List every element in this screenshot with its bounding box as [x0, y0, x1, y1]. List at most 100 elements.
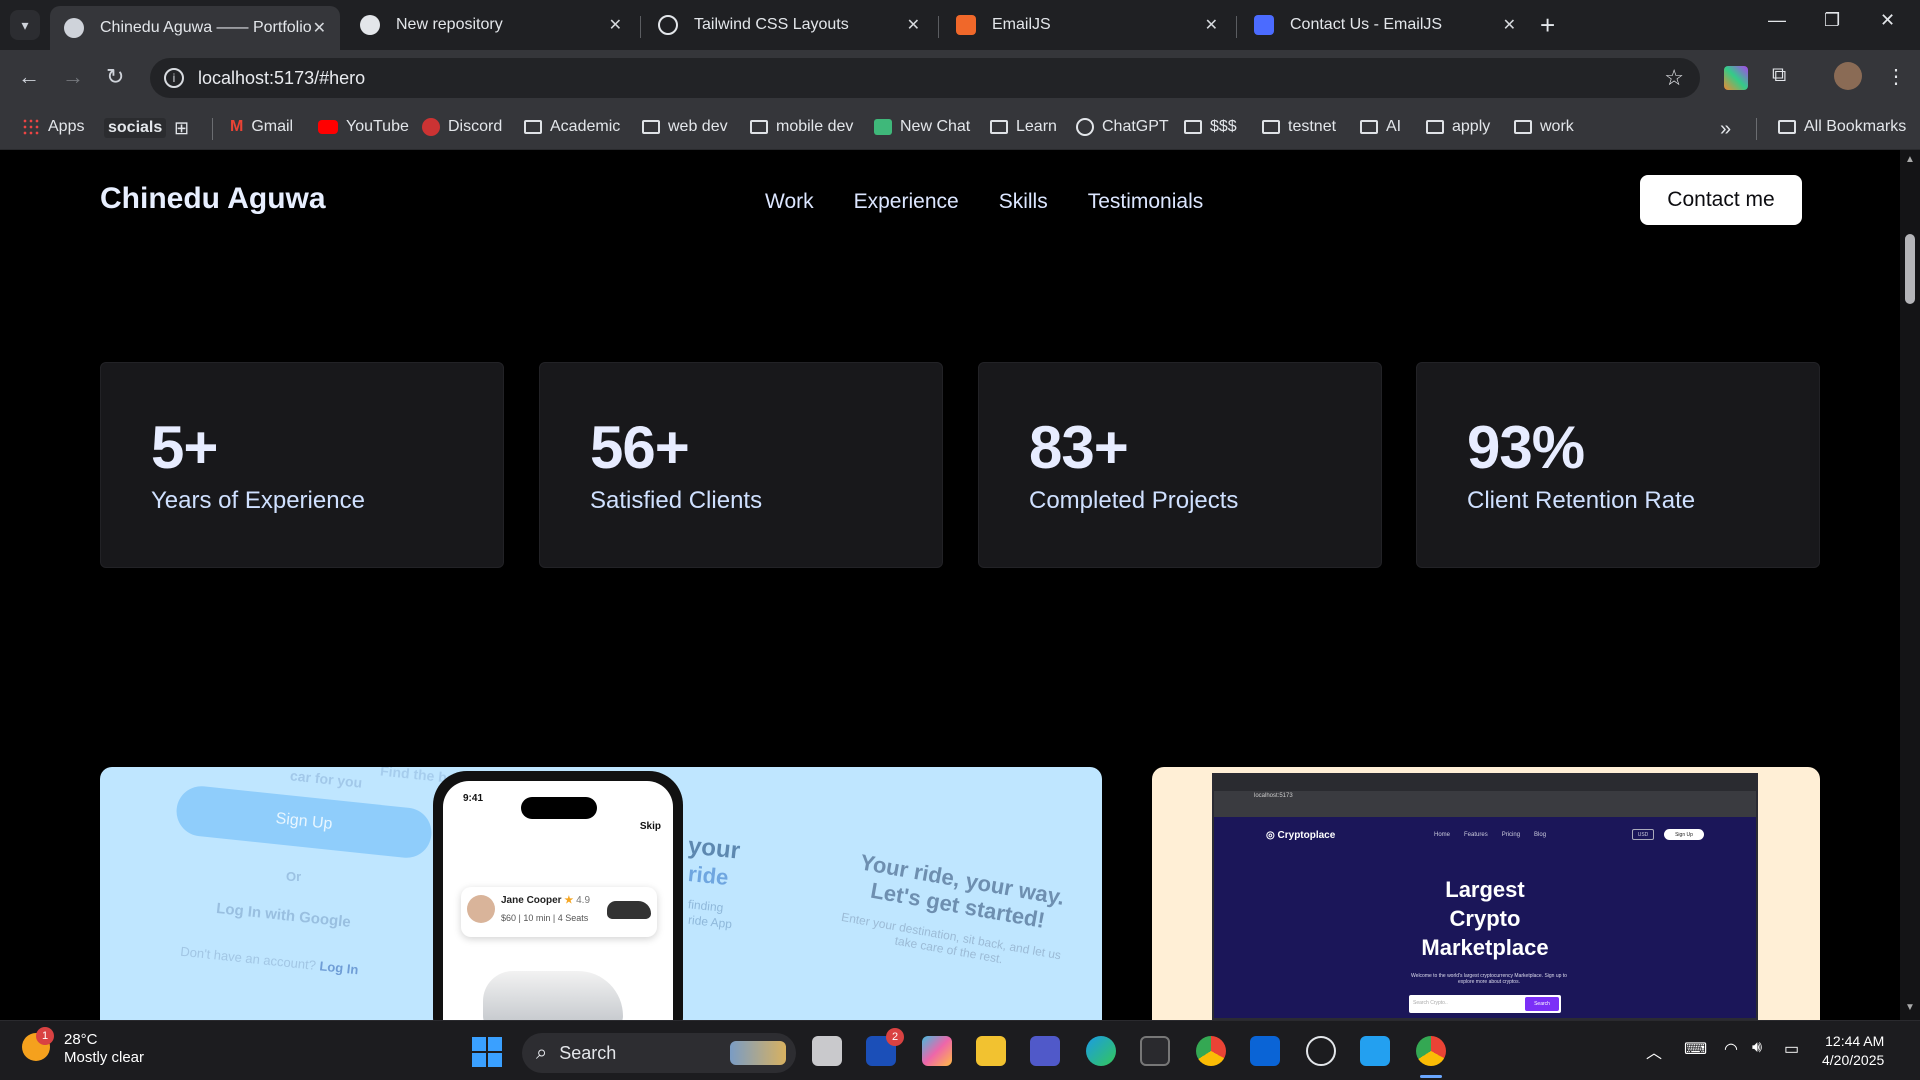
- reload-icon[interactable]: ↻: [106, 64, 124, 90]
- weather-widget[interactable]: 1 28°C Mostly clear: [22, 1027, 144, 1067]
- menu-icon[interactable]: ⋮: [1886, 64, 1906, 89]
- close-icon[interactable]: ✕: [1205, 15, 1218, 35]
- vscode-icon[interactable]: [1360, 1036, 1390, 1066]
- forward-icon[interactable]: →: [62, 64, 84, 90]
- tab-title: Tailwind CSS Layouts: [694, 16, 849, 33]
- tab-search-button[interactable]: ▾: [10, 10, 40, 40]
- bookmark-separator: [1756, 118, 1757, 140]
- bookmark-apps[interactable]: Apps: [22, 118, 84, 136]
- teams-icon[interactable]: [1030, 1036, 1060, 1066]
- keyboard-icon[interactable]: ⌨: [1684, 1039, 1707, 1059]
- tab-contact-emailjs[interactable]: Contact Us - EmailJS ✕: [1240, 6, 1530, 44]
- close-icon[interactable]: ✕: [907, 15, 920, 35]
- more-bookmarks-button[interactable]: »: [1720, 118, 1731, 141]
- search-highlight-icon: [730, 1041, 786, 1065]
- scroll-down-icon[interactable]: ▼: [1905, 1002, 1915, 1013]
- wifi-icon[interactable]: ◠: [1724, 1039, 1738, 1059]
- chevron-up-icon[interactable]: ︿: [1646, 1039, 1662, 1063]
- mini-address-bar: localhost:5173: [1214, 791, 1756, 805]
- minimize-icon[interactable]: —: [1768, 10, 1786, 31]
- bookmark-testnet[interactable]: testnet: [1262, 118, 1336, 136]
- copilot-icon[interactable]: [922, 1036, 952, 1066]
- bookmark-star-icon[interactable]: ☆: [1664, 65, 1684, 91]
- url-text[interactable]: localhost:5173/#hero: [198, 68, 365, 89]
- restore-icon[interactable]: ❐: [1824, 10, 1840, 31]
- phone-mockup: 9:41 Skip Jane Cooper ★ 4.9 $60 | 10 min…: [433, 771, 683, 1020]
- chrome-profile-icon[interactable]: [1416, 1036, 1446, 1066]
- scrollbar-thumb[interactable]: [1905, 234, 1915, 304]
- close-icon[interactable]: ✕: [609, 15, 622, 35]
- ghost-text: ride App: [687, 912, 733, 932]
- lexicon-app-icon[interactable]: 2: [866, 1028, 904, 1066]
- nav-link-experience[interactable]: Experience: [854, 190, 959, 214]
- bookmark-socials[interactable]: socials: [104, 118, 167, 138]
- ghost-text: Or: [286, 869, 302, 884]
- windows-start-icon[interactable]: [472, 1037, 502, 1067]
- bookmark-new-chat[interactable]: New Chat: [874, 118, 970, 136]
- volume-icon[interactable]: 🔊︎: [1752, 1039, 1762, 1057]
- tab-tailwind-layouts[interactable]: Tailwind CSS Layouts ✕: [644, 6, 934, 44]
- bookmark-youtube[interactable]: YouTube: [318, 118, 409, 136]
- bookmark-label: YouTube: [346, 118, 409, 135]
- bookmark-learn[interactable]: Learn: [990, 118, 1057, 136]
- page-scrollbar[interactable]: ▲ ▼: [1900, 150, 1920, 1020]
- mini-bookmarks: [1214, 805, 1756, 817]
- bookmark-label: AI: [1386, 118, 1402, 135]
- tab-new-repository[interactable]: New repository ✕: [346, 6, 636, 44]
- close-icon[interactable]: ✕: [313, 18, 326, 38]
- ghost-text: ride: [686, 860, 730, 891]
- extension-icon[interactable]: [1724, 66, 1748, 90]
- folder-icon: [1778, 120, 1796, 134]
- nav-link-work[interactable]: Work: [765, 190, 814, 214]
- bookmark-label: socials: [104, 118, 167, 138]
- chatgpt-icon[interactable]: [1306, 1036, 1336, 1066]
- bookmark-label: Learn: [1016, 118, 1057, 135]
- nav-link-skills[interactable]: Skills: [999, 190, 1048, 214]
- tab-emailjs[interactable]: EmailJS ✕: [942, 6, 1232, 44]
- taskbar-search[interactable]: ⌕ Search: [522, 1033, 796, 1073]
- bookmark-mobile-dev[interactable]: mobile dev: [750, 118, 853, 136]
- bookmark-academic[interactable]: Academic: [524, 118, 620, 136]
- bookmark-chatgpt[interactable]: ChatGPT: [1076, 118, 1169, 136]
- battery-icon[interactable]: ▭: [1784, 1039, 1799, 1059]
- system-clock[interactable]: 12:44 AM 4/20/2025: [1822, 1032, 1884, 1070]
- stat-card-retention: 93% Client Retention Rate: [1416, 362, 1820, 568]
- chrome-icon[interactable]: [1196, 1036, 1226, 1066]
- close-window-icon[interactable]: ✕: [1880, 10, 1895, 31]
- file-explorer-icon[interactable]: [976, 1036, 1006, 1066]
- tab-portfolio[interactable]: Chinedu Aguwa —— Portfolio ✕: [50, 6, 340, 50]
- bookmark-discord[interactable]: Discord: [422, 118, 502, 136]
- bookmark-label: Discord: [448, 118, 503, 135]
- back-icon[interactable]: ←: [18, 64, 40, 90]
- close-icon[interactable]: ✕: [1503, 15, 1516, 35]
- tab-title: Contact Us - EmailJS: [1290, 16, 1443, 33]
- tab-title: New repository: [396, 16, 503, 33]
- profile-avatar[interactable]: [1834, 62, 1862, 90]
- bookmark-work[interactable]: work: [1514, 118, 1574, 136]
- task-view-icon[interactable]: [812, 1036, 842, 1066]
- new-tab-button[interactable]: +: [1540, 10, 1555, 41]
- address-bar[interactable]: i localhost:5173/#hero ☆: [150, 58, 1700, 98]
- brand-logo[interactable]: Chinedu Aguwa: [100, 182, 326, 216]
- github-icon: [360, 15, 380, 35]
- bookmark-tab-groups[interactable]: ⊞: [174, 118, 189, 139]
- scroll-up-icon[interactable]: ▲: [1905, 154, 1915, 165]
- outlook-icon[interactable]: [1250, 1036, 1280, 1066]
- project-card-ride-app[interactable]: car for you Find the best Sign Up Or Log…: [100, 767, 1102, 1020]
- stat-value: 56+: [590, 414, 690, 481]
- all-bookmarks-button[interactable]: All Bookmarks: [1778, 118, 1906, 136]
- extensions-puzzle-icon[interactable]: ⧉: [1772, 64, 1786, 87]
- edge-icon[interactable]: [1086, 1036, 1116, 1066]
- bookmark-money[interactable]: $$$: [1184, 118, 1237, 136]
- bookmark-gmail[interactable]: M Gmail: [230, 118, 293, 136]
- nav-link-testimonials[interactable]: Testimonials: [1088, 190, 1204, 214]
- folder-icon: [990, 120, 1008, 134]
- folder-icon: [1426, 120, 1444, 134]
- bookmark-ai[interactable]: AI: [1360, 118, 1401, 136]
- store-icon[interactable]: [1140, 1036, 1170, 1066]
- contact-me-button[interactable]: Contact me: [1640, 175, 1802, 225]
- bookmark-web-dev[interactable]: web dev: [642, 118, 728, 136]
- bookmark-apply[interactable]: apply: [1426, 118, 1490, 136]
- project-card-crypto[interactable]: localhost:5173 ◎ Cryptoplace Home Featur…: [1152, 767, 1820, 1020]
- site-info-icon[interactable]: i: [164, 68, 184, 88]
